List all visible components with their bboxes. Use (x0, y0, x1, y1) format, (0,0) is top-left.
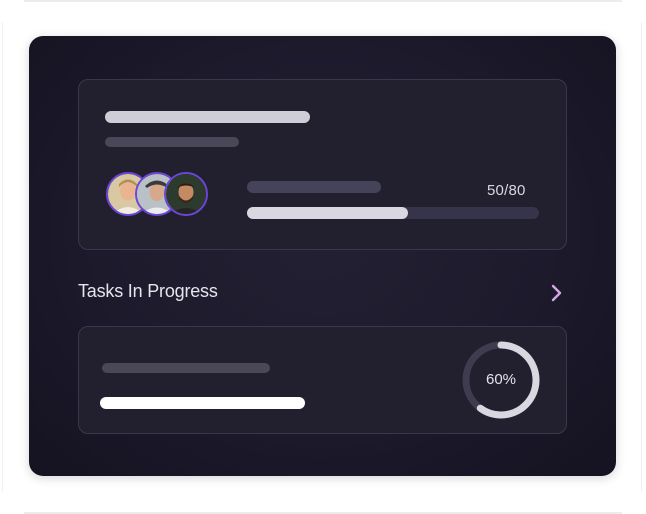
dashboard-panel: 50/80 Tasks In Progress 60% (29, 36, 616, 476)
frame-divider-top (24, 0, 622, 2)
task-card[interactable]: 60% (78, 326, 567, 434)
progress-ring: 60% (460, 339, 542, 421)
progress-ring-label: 60% (485, 371, 517, 388)
tasks-section-header: Tasks In Progress (78, 281, 567, 305)
progress-bar (247, 207, 539, 219)
progress-count: 50/80 (487, 182, 526, 199)
progress-bar-fill (247, 207, 408, 219)
title-placeholder (105, 111, 310, 123)
progress-label-placeholder (247, 181, 381, 193)
subtitle-placeholder (105, 137, 239, 147)
chevron-right-icon[interactable] (550, 284, 564, 302)
task-subtitle-placeholder (102, 363, 270, 373)
avatar[interactable] (164, 172, 208, 216)
frame-divider-right (641, 22, 642, 492)
summary-card[interactable]: 50/80 (78, 79, 567, 250)
avatar-group[interactable] (106, 172, 216, 220)
frame-divider-left (2, 22, 3, 492)
section-title: Tasks In Progress (78, 281, 218, 301)
task-title-placeholder (100, 397, 305, 409)
